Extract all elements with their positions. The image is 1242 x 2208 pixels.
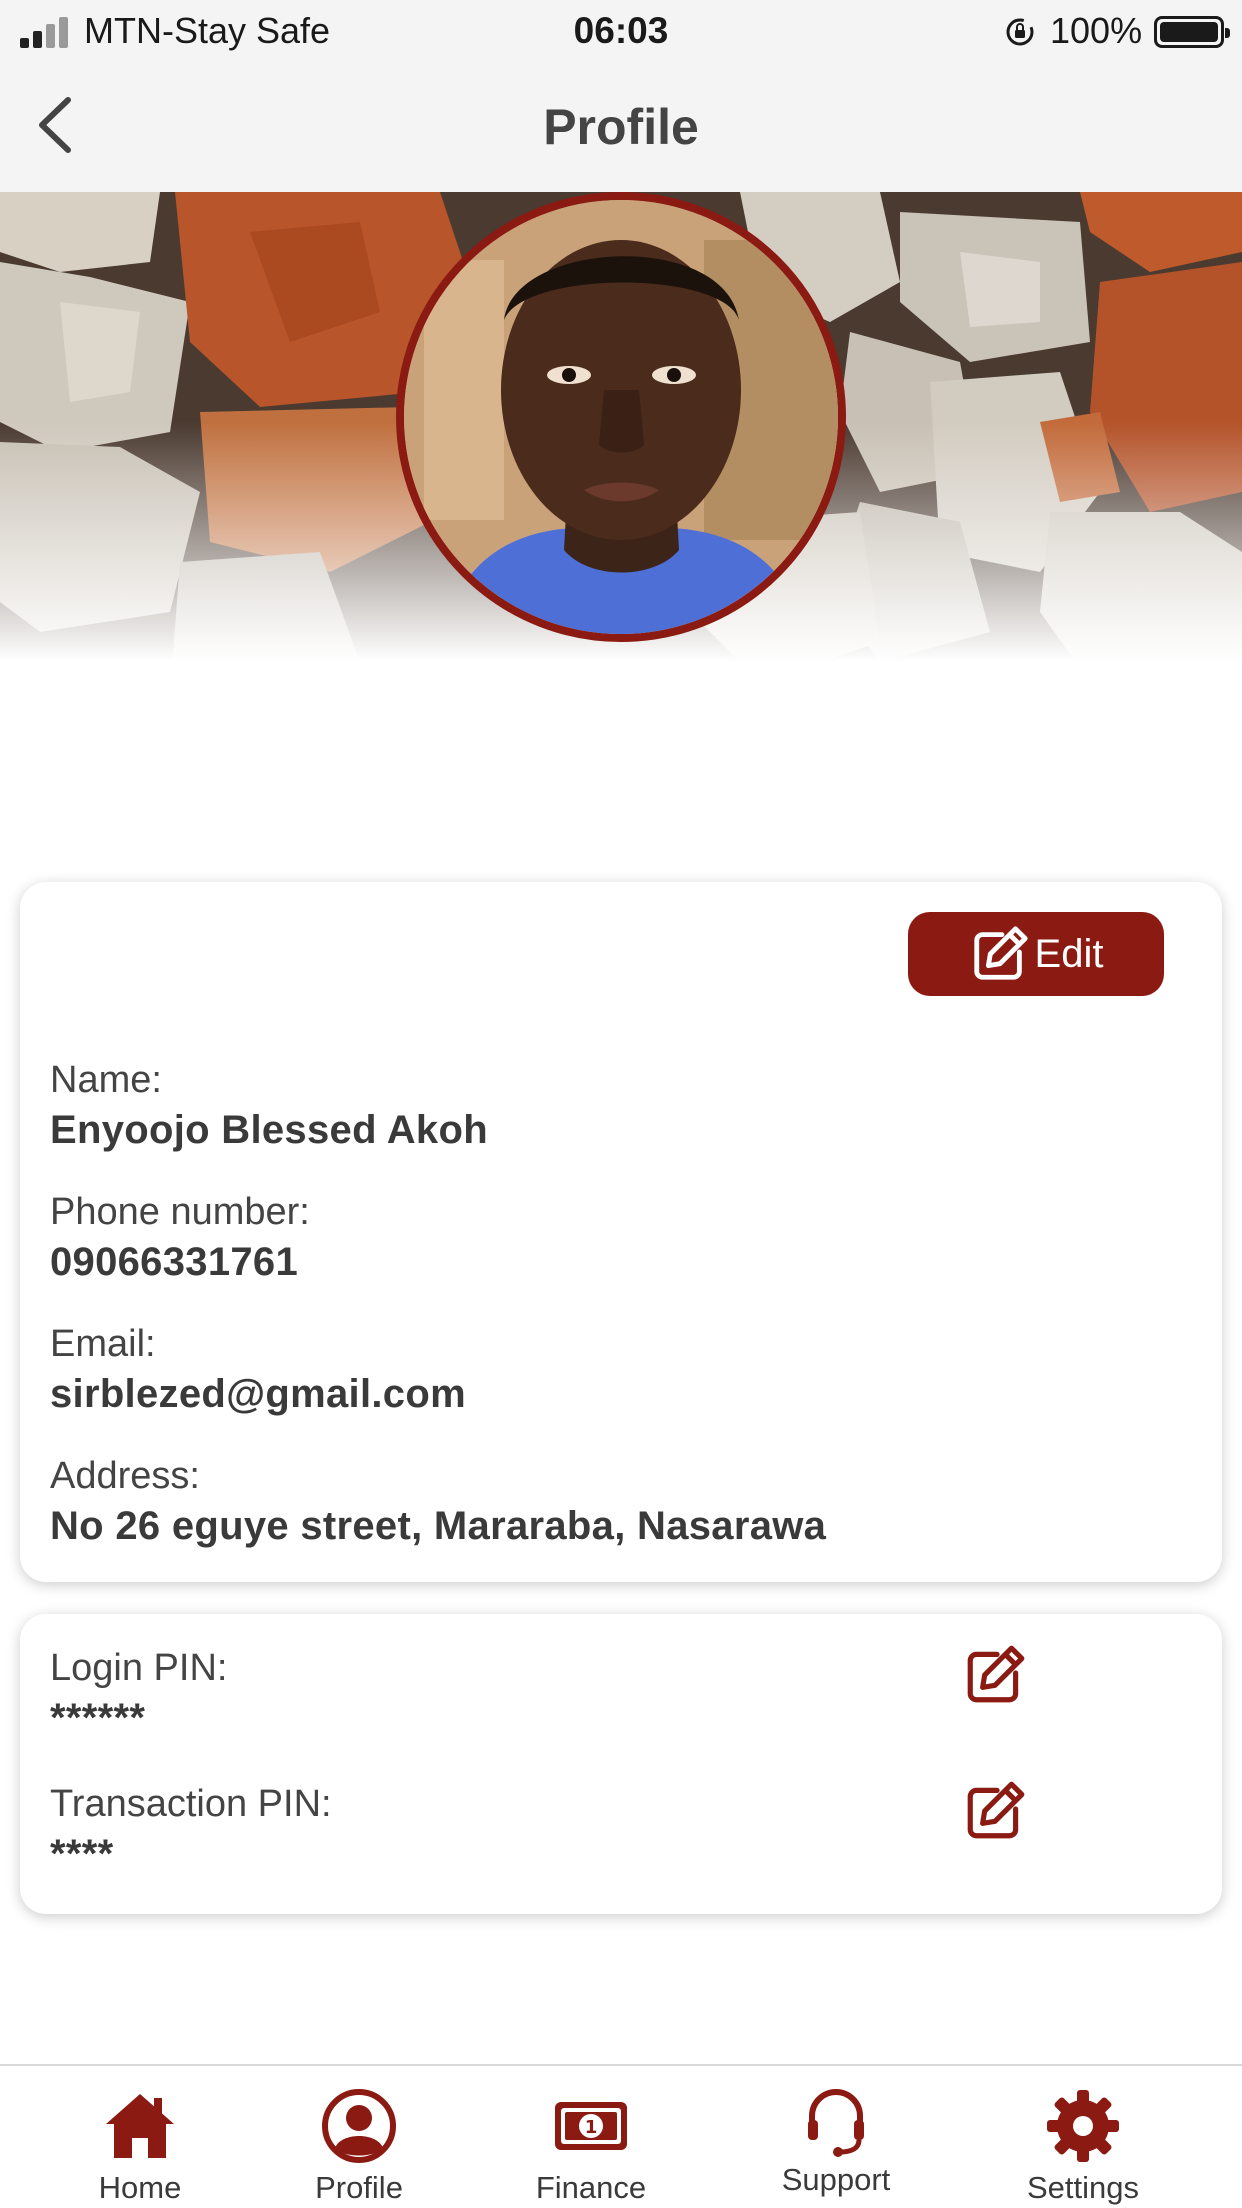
edit-button-label: Edit bbox=[1034, 931, 1104, 976]
profile-details-card: Edit Name: Enyoojo Blessed Akoh Phone nu… bbox=[20, 882, 1222, 1582]
address-value: No 26 eguye street, Mararaba, Nasarawa bbox=[50, 1504, 827, 1548]
email-field: Email: sirblezed@gmail.com bbox=[50, 1320, 466, 1420]
banknote-icon: 1 bbox=[555, 2102, 627, 2150]
login-pin-field: Login PIN: ****** bbox=[50, 1644, 227, 1744]
transaction-pin-field: Transaction PIN: **** bbox=[50, 1780, 332, 1880]
gear-icon bbox=[1047, 2090, 1119, 2162]
battery-percentage: 100% bbox=[1050, 10, 1143, 51]
tab-settings-label: Settings bbox=[1026, 2170, 1139, 2205]
page-title: Profile bbox=[543, 99, 699, 155]
login-pin-value: ****** bbox=[50, 1696, 146, 1740]
address-field: Address: No 26 eguye street, Mararaba, N… bbox=[50, 1452, 826, 1552]
tab-support[interactable]: Support bbox=[756, 2080, 916, 2208]
security-pins-card: Login PIN: ****** Transaction PIN: **** bbox=[20, 1614, 1222, 1914]
tab-profile-label: Profile bbox=[315, 2170, 403, 2205]
login-pin-label: Login PIN: bbox=[50, 1647, 228, 1689]
email-value: sirblezed@gmail.com bbox=[50, 1372, 466, 1416]
name-label: Name: bbox=[50, 1059, 162, 1101]
tab-home-label: Home bbox=[98, 2170, 182, 2205]
edit-login-pin-icon[interactable] bbox=[962, 1642, 1028, 1708]
edit-icon bbox=[973, 926, 1028, 980]
battery-icon bbox=[1154, 16, 1230, 48]
phone-value: 09066331761 bbox=[50, 1240, 299, 1284]
phone-label: Phone number: bbox=[50, 1191, 310, 1233]
headset-icon bbox=[808, 2089, 864, 2157]
orientation-lock-icon bbox=[1006, 18, 1034, 46]
address-label: Address: bbox=[50, 1455, 200, 1497]
phone-field: Phone number: 09066331761 bbox=[50, 1188, 310, 1288]
tab-settings[interactable]: Settings bbox=[1003, 2080, 1163, 2208]
tab-profile[interactable]: Profile bbox=[279, 2080, 439, 2208]
edit-transaction-pin-icon[interactable] bbox=[962, 1778, 1028, 1844]
home-icon bbox=[106, 2094, 174, 2158]
profile-avatar[interactable] bbox=[396, 192, 846, 642]
transaction-pin-label: Transaction PIN: bbox=[50, 1783, 332, 1825]
email-label: Email: bbox=[50, 1323, 156, 1365]
profile-icon bbox=[322, 2089, 396, 2163]
tab-finance-label: Finance bbox=[535, 2170, 647, 2205]
tab-support-label: Support bbox=[781, 2162, 891, 2197]
status-bar: MTN-Stay Safe 06:03 100% bbox=[0, 0, 1242, 62]
tab-finance[interactable]: 1 Finance bbox=[511, 2080, 671, 2208]
tab-home[interactable]: Home bbox=[60, 2080, 220, 2208]
name-field: Name: Enyoojo Blessed Akoh bbox=[50, 1056, 488, 1156]
bottom-tab-bar: Home Profile 1 Finance Support Settings bbox=[0, 2064, 1242, 2208]
edit-profile-button[interactable]: Edit bbox=[908, 912, 1164, 996]
navigation-bar: Profile bbox=[0, 62, 1242, 192]
svg-text:1: 1 bbox=[585, 2117, 598, 2138]
transaction-pin-value: **** bbox=[50, 1832, 114, 1876]
name-value: Enyoojo Blessed Akoh bbox=[50, 1108, 488, 1152]
